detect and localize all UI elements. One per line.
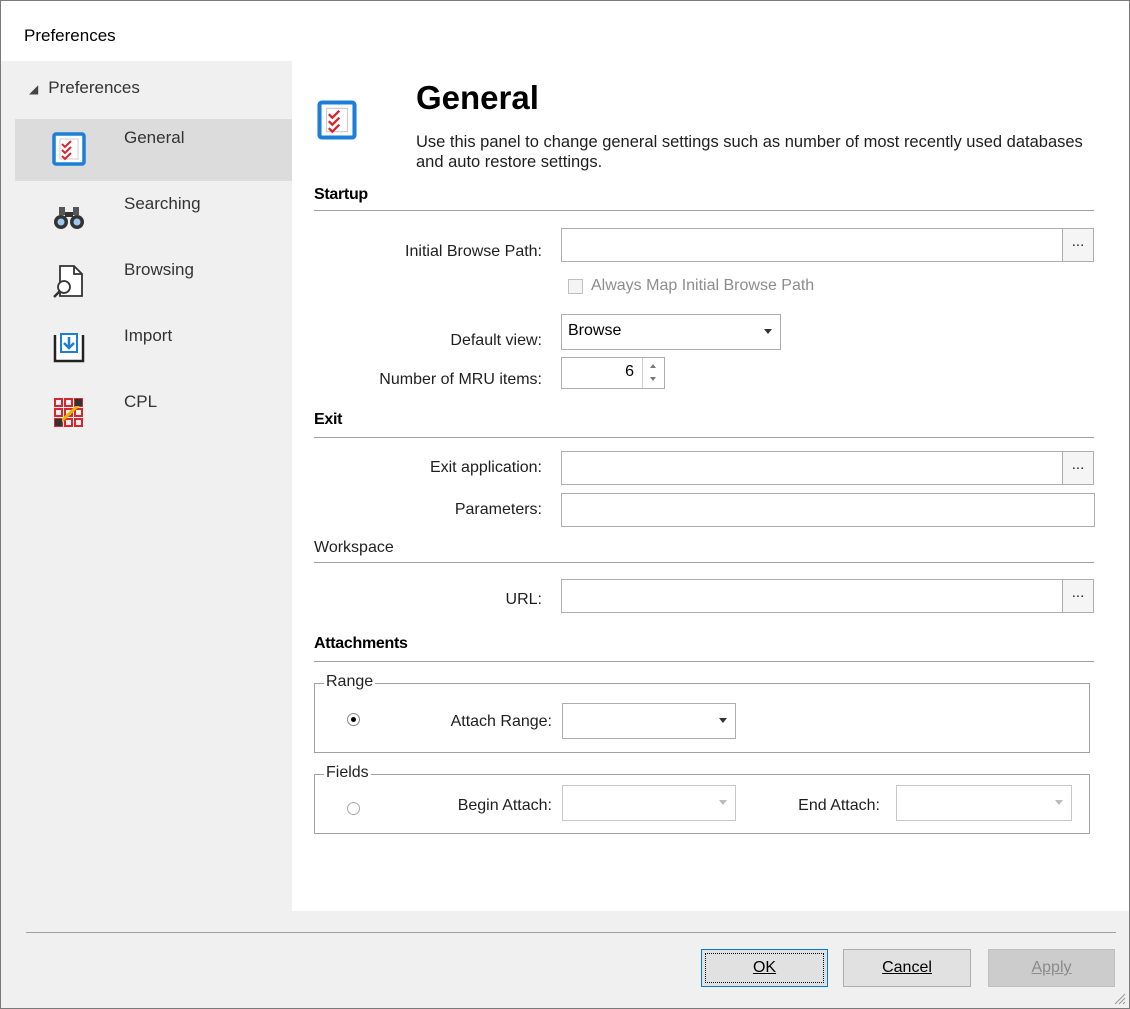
nav-item-label: Browsing [124,260,194,279]
import-tray-icon [53,333,85,363]
footer-divider [26,932,1116,933]
divider [314,562,1094,563]
fields-radio[interactable] [347,802,360,815]
focus-rect [705,953,824,983]
arrow-down-icon[interactable] [650,377,656,381]
exit-application-browse-button[interactable]: ... [1062,451,1094,485]
nav-item-label: General [124,128,185,147]
always-map-checkbox[interactable] [568,279,583,294]
stepper-buttons[interactable] [642,358,664,388]
nav-item-searching[interactable]: Searching [15,185,292,247]
divider [314,437,1094,438]
exit-application-input[interactable] [561,451,1063,485]
initial-browse-path-input[interactable] [561,228,1063,262]
url-input[interactable] [561,579,1063,613]
divider [314,210,1094,211]
ok-button[interactable]: OK [701,949,828,987]
initial-browse-path-label: Initial Browse Path: [405,243,542,260]
exit-application-label: Exit application: [429,459,542,476]
chevron-down-icon [764,329,772,334]
nav-item-browsing[interactable]: Browsing [15,251,292,313]
begin-attach-label: Begin Attach: [457,797,552,814]
end-attach-label: End Attach: [798,797,880,814]
document-search-icon [53,265,83,298]
initial-browse-path-browse-button[interactable]: ... [1062,228,1094,262]
chevron-down-icon [1055,800,1063,805]
apply-button-label: Apply [1031,959,1072,976]
parameters-input[interactable] [561,493,1095,527]
nav-item-label: CPL [124,392,158,411]
section-startup: Startup [314,186,368,203]
chevron-down-icon [719,800,727,805]
range-group-title: Range [324,673,376,691]
nav-item-label: Import [124,326,173,345]
attach-range-label: Attach Range: [450,713,552,730]
apply-button[interactable]: Apply [988,949,1115,987]
checklist-icon [317,100,357,140]
mru-items-label: Number of MRU items: [379,371,542,388]
default-view-select[interactable]: Browse [561,314,781,350]
arrow-up-icon[interactable] [650,364,656,368]
page-description: Use this panel to change general setting… [416,133,1083,171]
checklist-icon [52,132,86,166]
nav-item-cpl[interactable]: CPL [15,383,292,445]
expand-triangle-icon[interactable]: ◢ [29,82,38,96]
always-map-label[interactable]: Always Map Initial Browse Path [591,277,814,295]
fields-group-title: Fields [324,764,371,782]
section-workspace: Workspace [314,539,394,556]
title-bar[interactable]: Preferences [1,1,1129,61]
nav-item-general[interactable]: General [15,119,292,181]
range-radio[interactable] [347,713,360,726]
mru-items-value: 6 [625,363,634,380]
url-label: URL: [505,591,542,608]
divider [314,661,1094,662]
window-title: Preferences [24,26,116,45]
default-view-label: Default view: [450,332,542,349]
binoculars-icon [54,207,84,229]
page-title: General [416,79,539,116]
begin-attach-select[interactable] [562,785,736,821]
parameters-label: Parameters: [454,501,542,518]
default-view-value: Browse [568,322,622,339]
nav-item-import[interactable]: Import [15,317,292,379]
grid-pencil-icon [54,398,83,427]
chevron-down-icon [719,718,727,723]
attach-range-select[interactable] [562,703,736,739]
section-exit: Exit [314,411,343,428]
cancel-button[interactable]: Cancel [843,949,971,987]
url-browse-button[interactable]: ... [1062,579,1094,613]
cancel-button-label: Cancel [882,959,932,976]
mru-items-stepper[interactable]: 6 [561,357,665,389]
end-attach-select[interactable] [896,785,1072,821]
settings-panel: General Use this panel to change general… [292,61,1129,911]
section-attachments: Attachments [314,635,408,652]
preferences-dialog: Preferences ◢ Preferences General Search… [0,0,1130,1009]
nav-root-preferences[interactable]: ◢ Preferences [29,78,140,98]
nav-root-label: Preferences [48,78,140,97]
nav-tree: ◢ Preferences General Searching Browsing… [9,61,292,931]
nav-item-label: Searching [124,194,201,213]
resize-grip-icon[interactable] [1112,991,1126,1005]
